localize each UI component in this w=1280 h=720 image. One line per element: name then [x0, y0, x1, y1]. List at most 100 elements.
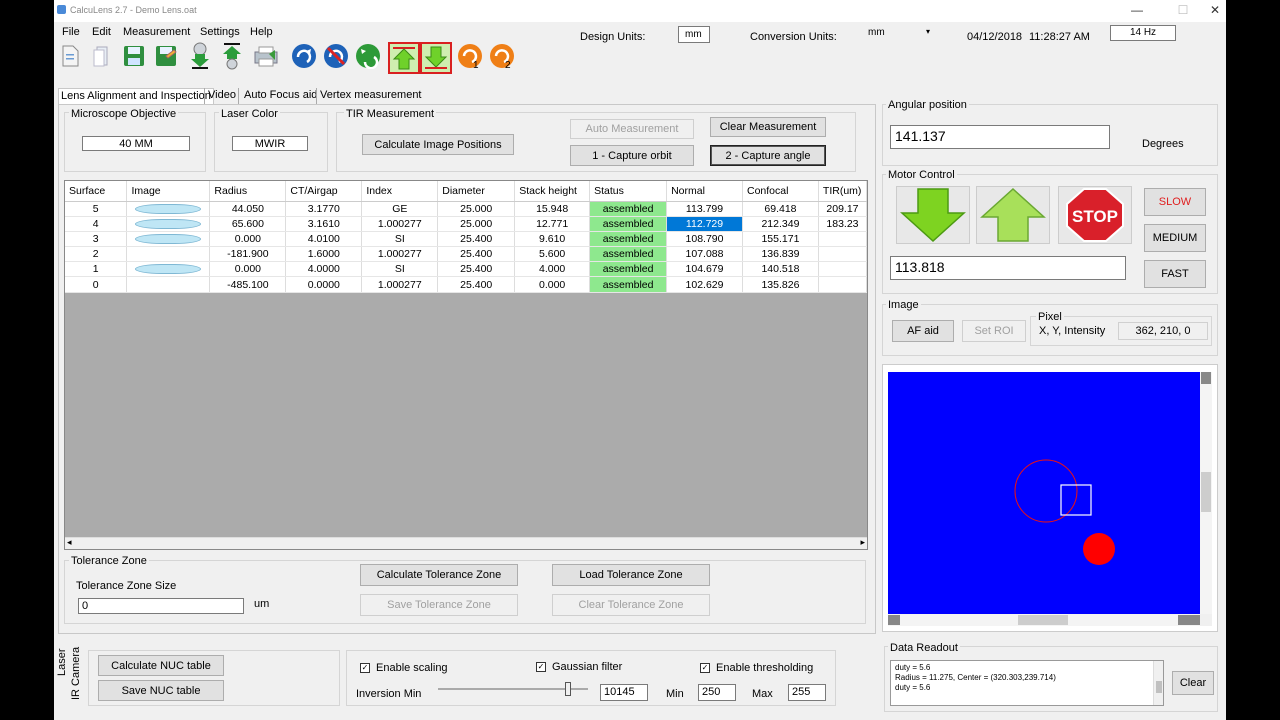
- minimize-button[interactable]: —: [1122, 3, 1152, 17]
- table-row[interactable]: 1 0.000 4.0000 SI 25.400 4.000 assembled…: [65, 261, 868, 278]
- cell-normal[interactable]: 102.629: [666, 276, 743, 293]
- motor-up-icon[interactable]: [388, 42, 420, 74]
- cell-index[interactable]: 1.000277: [361, 246, 439, 263]
- cell-diameter[interactable]: 25.000: [437, 216, 516, 232]
- table-row[interactable]: 0 -485.100 0.0000 1.000277 25.400 0.000 …: [65, 276, 868, 293]
- cell-ct-airgap[interactable]: 3.1610: [285, 216, 363, 232]
- af-aid-button[interactable]: AF aid: [892, 320, 954, 342]
- save-icon[interactable]: [120, 42, 148, 70]
- tab-lens-alignment[interactable]: Lens Alignment and Inspection: [58, 88, 214, 104]
- cell-radius[interactable]: 0.000: [209, 231, 287, 248]
- table-row[interactable]: 5 44.050 3.1770 GE 25.000 15.948 assembl…: [65, 201, 868, 217]
- maximize-button[interactable]: ☐: [1168, 3, 1198, 17]
- cell-radius[interactable]: -485.100: [209, 276, 287, 293]
- cell-stack-height[interactable]: 12.771: [514, 216, 591, 232]
- cell-image[interactable]: [126, 216, 211, 232]
- cell-image[interactable]: [126, 231, 211, 248]
- cell-diameter[interactable]: 25.400: [437, 276, 516, 293]
- clear-measurement-button[interactable]: Clear Measurement: [710, 117, 826, 137]
- cell-surface[interactable]: 2: [65, 246, 128, 263]
- cell-confocal[interactable]: 69.418: [742, 201, 819, 217]
- medium-button[interactable]: MEDIUM: [1144, 224, 1206, 252]
- cell-ct-airgap[interactable]: 0.0000: [285, 276, 363, 293]
- menu-measurement[interactable]: Measurement: [123, 26, 190, 38]
- rotate-ccw-icon[interactable]: [354, 42, 382, 70]
- stop-button[interactable]: STOP: [1058, 186, 1132, 244]
- scroll-right-icon[interactable]: [1178, 615, 1200, 625]
- cell-confocal[interactable]: 212.349: [742, 216, 819, 232]
- slider-thumb[interactable]: [565, 682, 571, 696]
- inversion-slider[interactable]: [438, 682, 588, 697]
- data-readout-log[interactable]: duty = 5.6 Radius = 11.275, Center = (32…: [890, 660, 1164, 706]
- cell-ct-airgap[interactable]: 3.1770: [285, 201, 363, 217]
- slow-button[interactable]: SLOW: [1144, 188, 1206, 216]
- cell-normal[interactable]: 108.790: [666, 231, 743, 248]
- col-normal[interactable]: Normal: [666, 181, 743, 202]
- home-2-icon[interactable]: 2: [488, 42, 516, 70]
- tab-vertex-measurement[interactable]: Vertex measurement: [316, 88, 424, 104]
- cell-surface[interactable]: 3: [65, 231, 128, 248]
- motor-down-icon[interactable]: [420, 42, 452, 74]
- cell-radius[interactable]: 0.000: [209, 261, 287, 278]
- fast-button[interactable]: FAST: [1144, 260, 1206, 288]
- set-roi-button[interactable]: Set ROI: [962, 320, 1026, 342]
- cell-status[interactable]: assembled: [589, 201, 668, 217]
- cell-normal-selected[interactable]: 112.729: [666, 216, 743, 232]
- table-row[interactable]: 3 0.000 4.0100 SI 25.400 9.610 assembled…: [65, 231, 868, 248]
- col-radius[interactable]: Radius: [209, 181, 287, 202]
- cell-index[interactable]: SI: [361, 261, 439, 278]
- scroll-up-icon[interactable]: [1201, 372, 1211, 384]
- scroll-left-icon[interactable]: ◂: [67, 537, 72, 548]
- home-1-icon[interactable]: 1: [456, 42, 484, 70]
- cell-status[interactable]: assembled: [589, 246, 668, 263]
- load-tolerance-zone-button[interactable]: Load Tolerance Zone: [552, 564, 710, 586]
- table-row[interactable]: 2 -181.900 1.6000 1.000277 25.400 5.600 …: [65, 246, 868, 263]
- cell-status[interactable]: assembled: [589, 276, 668, 293]
- cell-tir[interactable]: 183.23: [818, 216, 868, 232]
- cell-index[interactable]: 1.000277: [361, 216, 439, 232]
- inversion-value-field[interactable]: 10145: [600, 684, 648, 701]
- cell-image[interactable]: [126, 276, 211, 293]
- table-row[interactable]: 4 65.600 3.1610 1.000277 25.000 12.771 a…: [65, 216, 868, 232]
- camera-horizontal-scrollbar[interactable]: [888, 614, 1200, 626]
- menu-file[interactable]: File: [62, 26, 80, 38]
- max-field[interactable]: 255: [788, 684, 826, 701]
- save-tolerance-zone-button[interactable]: Save Tolerance Zone: [360, 594, 518, 616]
- cell-diameter[interactable]: 25.400: [437, 231, 516, 248]
- cell-tir[interactable]: [818, 276, 868, 293]
- cell-ct-airgap[interactable]: 4.0100: [285, 231, 363, 248]
- export-icon[interactable]: [218, 42, 246, 70]
- calculate-nuc-table-button[interactable]: Calculate NUC table: [98, 655, 224, 676]
- col-image[interactable]: Image: [126, 181, 211, 202]
- cell-stack-height[interactable]: 15.948: [514, 201, 591, 217]
- conversion-units-select[interactable]: mm ▾: [866, 27, 932, 43]
- cell-image[interactable]: [126, 261, 211, 278]
- col-stack-height[interactable]: Stack height: [514, 181, 591, 202]
- cell-confocal[interactable]: 136.839: [742, 246, 819, 263]
- cell-surface[interactable]: 1: [65, 261, 128, 278]
- cell-diameter[interactable]: 25.400: [437, 246, 516, 263]
- save-as-icon[interactable]: [152, 42, 180, 70]
- cell-surface[interactable]: 5: [65, 201, 128, 217]
- stop-rotation-icon[interactable]: [322, 42, 350, 70]
- horizontal-scroll-thumb[interactable]: [1018, 615, 1068, 625]
- new-file-icon[interactable]: [56, 42, 84, 70]
- gaussian-filter-checkbox[interactable]: ✓ Gaussian filter: [536, 661, 622, 673]
- side-tab-laser[interactable]: Laser: [56, 648, 68, 676]
- cell-stack-height[interactable]: 4.000: [514, 261, 591, 278]
- cell-index[interactable]: SI: [361, 231, 439, 248]
- cell-surface[interactable]: 4: [65, 216, 128, 232]
- auto-measurement-button[interactable]: Auto Measurement: [570, 119, 694, 139]
- min-field[interactable]: 250: [698, 684, 736, 701]
- close-button[interactable]: ✕: [1200, 3, 1226, 17]
- cell-tir[interactable]: 209.17: [818, 201, 868, 217]
- enable-thresholding-checkbox[interactable]: ✓ Enable thresholding: [700, 662, 813, 674]
- cell-stack-height[interactable]: 9.610: [514, 231, 591, 248]
- scroll-left-icon[interactable]: [888, 615, 900, 625]
- cell-diameter[interactable]: 25.400: [437, 261, 516, 278]
- calculate-tolerance-zone-button[interactable]: Calculate Tolerance Zone: [360, 564, 518, 586]
- cell-tir[interactable]: [818, 231, 868, 248]
- cell-index[interactable]: 1.000277: [361, 276, 439, 293]
- cell-radius[interactable]: -181.900: [209, 246, 287, 263]
- scroll-right-icon[interactable]: ▸: [860, 537, 865, 548]
